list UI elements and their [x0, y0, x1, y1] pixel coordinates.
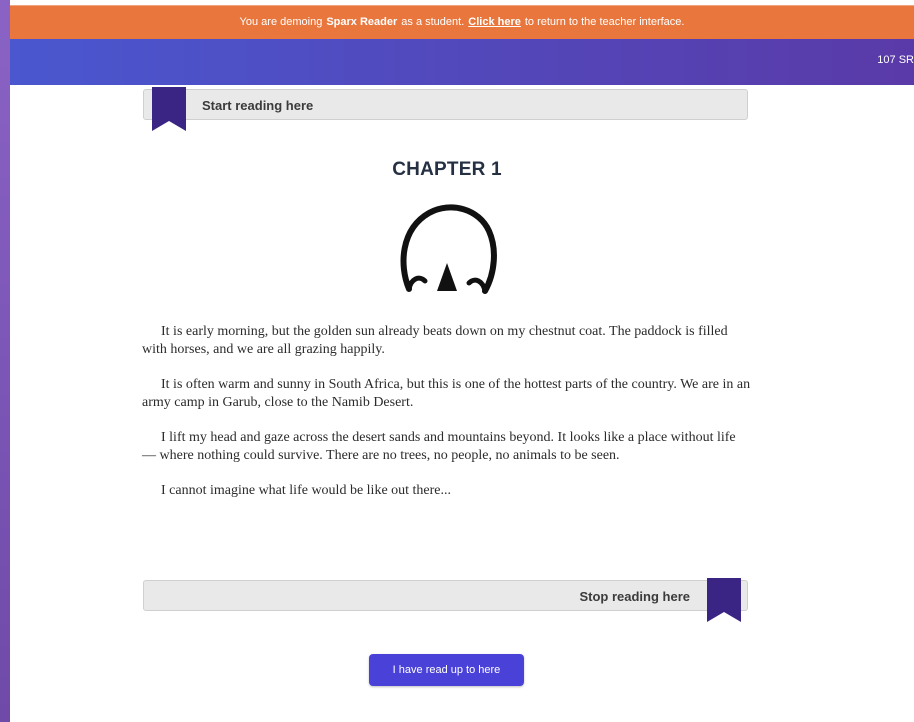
passage-paragraph: I cannot imagine what life would be like… — [161, 483, 452, 498]
banner-app-name: Sparx Reader — [326, 16, 398, 28]
reading-area: Start reading here CHAPTER 1 It is early… — [0, 85, 914, 722]
passage-paragraph: It is often warm and sunny in South Afri… — [142, 377, 751, 410]
stop-reading-bar: Stop reading here — [143, 580, 748, 611]
story-passage: It is early morning, but the golden sun … — [142, 323, 752, 517]
bookmark-icon — [707, 578, 741, 622]
passage-paragraph: It is early morning, but the golden sun … — [142, 324, 728, 357]
banner-prefix: You are demoing — [239, 16, 323, 28]
start-reading-label: Start reading here — [202, 98, 314, 113]
stop-reading-label: Stop reading here — [579, 589, 690, 604]
return-teacher-link[interactable]: Click here — [468, 16, 521, 28]
bookmark-icon — [152, 87, 186, 131]
banner-middle: as a student. — [401, 16, 465, 28]
top-navigation-bar: 107 SR — [10, 39, 914, 85]
read-up-to-here-button[interactable]: I have read up to here — [369, 654, 524, 686]
start-reading-bar: Start reading here — [143, 89, 748, 120]
passage-paragraph: I lift my head and gaze across the deser… — [142, 430, 736, 463]
chapter-title: CHAPTER 1 — [392, 159, 502, 180]
sr-points-counter: 107 SR — [877, 54, 914, 66]
horseshoe-emblem-icon — [400, 204, 497, 294]
demo-banner: You are demoing Sparx Reader as a studen… — [10, 5, 914, 39]
banner-suffix: to return to the teacher interface. — [524, 16, 685, 28]
